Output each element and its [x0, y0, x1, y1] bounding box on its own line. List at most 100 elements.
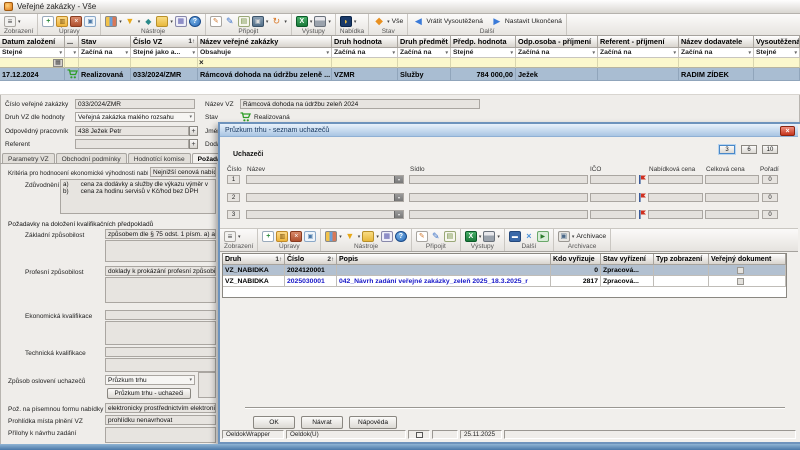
filter-druh-hodnota[interactable]: Začíná na: [332, 48, 398, 58]
chevron-down-icon[interactable]: [497, 234, 500, 240]
filter-input-nazev[interactable]: [198, 58, 332, 68]
technicka-field[interactable]: [105, 347, 216, 357]
count-10-button[interactable]: 10: [762, 145, 778, 154]
chevron-down-icon[interactable]: [354, 19, 357, 25]
navrat-button[interactable]: Návrat: [301, 416, 343, 429]
calendar-grid-icon[interactable]: [175, 16, 187, 27]
filter-dodavatel[interactable]: Začíná na: [679, 48, 754, 58]
ekonomicka-textarea[interactable]: [105, 321, 216, 345]
col-header-cislo-vz[interactable]: Číslo VZ1: [131, 36, 198, 48]
filter-input-druh-predmet[interactable]: [398, 58, 451, 68]
count-6-button[interactable]: 6: [741, 145, 757, 154]
col-header-kdo[interactable]: Kdo vyřizuje: [551, 254, 601, 265]
filter-referent[interactable]: Začíná na: [598, 48, 679, 58]
lookup-button[interactable]: [189, 139, 198, 149]
col-header-stav-vyrizeni[interactable]: Stav vyřízení: [601, 254, 654, 265]
chevron-down-icon[interactable]: [479, 234, 482, 240]
prilohy-textarea[interactable]: [105, 427, 216, 443]
zpusob-select[interactable]: Průzkum trhu: [105, 375, 195, 385]
duplicate-record-icon[interactable]: [304, 231, 316, 242]
cell-typ[interactable]: [654, 276, 709, 287]
set-finished-button[interactable]: Nastavit Ukončená: [505, 18, 562, 25]
filter-odp-osoba[interactable]: Začíná na: [516, 48, 598, 58]
archivace-button[interactable]: Archivace: [576, 233, 606, 240]
filter-icon[interactable]: [124, 16, 136, 27]
run-icon[interactable]: [537, 231, 549, 242]
cell-kdo[interactable]: 2817: [551, 276, 601, 287]
help-icon[interactable]: [395, 231, 407, 242]
dialog-titlebar[interactable]: Průzkum trhu - seznam uchazečů: [220, 124, 798, 137]
chevron-down-icon[interactable]: [238, 234, 241, 240]
calendar-grid-icon[interactable]: [381, 231, 393, 242]
cell-stav[interactable]: Realizovaná: [79, 68, 131, 81]
chart-icon[interactable]: [142, 16, 154, 27]
cell-predp-hodnota[interactable]: 784 000,00: [451, 68, 516, 81]
table-row[interactable]: VZ_NABIDKA 2024120001 0 Zpracová...: [223, 265, 786, 276]
filter-stav[interactable]: Začíná na: [79, 48, 131, 58]
chevron-down-icon[interactable]: [138, 19, 141, 25]
chevron-down-icon[interactable]: [266, 19, 269, 25]
pencil-icon[interactable]: [224, 16, 236, 27]
bidder-nabidkova-field[interactable]: [648, 175, 703, 184]
odp-pracovnik-field[interactable]: 438 Ježek Petr: [75, 126, 189, 136]
ekonomicka-field[interactable]: [105, 310, 216, 320]
close-icon[interactable]: [780, 126, 795, 136]
cell-druh[interactable]: VZ_NABIDKA: [223, 265, 285, 276]
cell-druh[interactable]: VZ_NABIDKA: [223, 276, 285, 287]
chevron-down-icon[interactable]: [358, 234, 361, 240]
bidder-celkova-field[interactable]: [705, 210, 759, 219]
help-icon[interactable]: [189, 16, 201, 27]
col-header-cislo[interactable]: Číslo2: [285, 254, 337, 265]
cut-icon[interactable]: [523, 231, 535, 242]
bidder-poradi-field[interactable]: 0: [762, 210, 778, 219]
cell-typ[interactable]: [654, 265, 709, 276]
cell-popis[interactable]: 042_Návrh zadání veřejné zakázky_zeleň 2…: [337, 276, 551, 287]
state-filter-value[interactable]: Vše: [392, 18, 404, 25]
filter-dots[interactable]: [65, 48, 79, 58]
filter-nazev[interactable]: Obsahuje: [198, 48, 332, 58]
document-list-icon[interactable]: [238, 16, 250, 27]
cell-cislo[interactable]: 2024120001: [285, 265, 337, 276]
col-header-nazev[interactable]: Název veřejné zakázky: [198, 36, 332, 48]
filter-input-referent[interactable]: [598, 58, 679, 68]
clear-filter-icon[interactable]: [199, 59, 204, 67]
chevron-down-icon[interactable]: [394, 194, 403, 201]
state-gem-icon[interactable]: [373, 16, 385, 27]
excel-export-icon[interactable]: [465, 231, 477, 242]
chevron-down-icon[interactable]: [119, 19, 122, 25]
bidder-ico-field[interactable]: [590, 175, 636, 184]
technicka-textarea[interactable]: [105, 358, 216, 372]
cell-stav-vyrizeni[interactable]: Zpracová...: [601, 276, 654, 287]
cell-verejny[interactable]: [709, 265, 786, 276]
attachment-icon[interactable]: [252, 16, 264, 27]
table-row[interactable]: VZ_NABIDKA 2025030001 042_Návrh zadání v…: [223, 276, 786, 287]
copy-record-icon[interactable]: [276, 231, 288, 242]
delete-record-icon[interactable]: [70, 16, 82, 27]
bidder-name-select[interactable]: [246, 193, 404, 202]
bidder-celkova-field[interactable]: [705, 175, 759, 184]
col-header-predp-hodnota[interactable]: Předp. hodnota: [451, 36, 516, 48]
arrow-right-icon[interactable]: [491, 16, 503, 27]
bidder-nabidkova-field[interactable]: [648, 193, 703, 202]
print-icon[interactable]: [314, 16, 326, 27]
druh-vz-select[interactable]: Veřejná zakázka malého rozsahu: [75, 112, 195, 122]
col-header-druh[interactable]: Druh1: [223, 254, 285, 265]
col-header-druh-hodnota[interactable]: Druh hodnota: [332, 36, 398, 48]
bidder-nabidkova-field[interactable]: [648, 210, 703, 219]
edit-document-icon[interactable]: [210, 16, 222, 27]
cell-kdo[interactable]: 0: [551, 265, 601, 276]
filter-input-odp-osoba[interactable]: [516, 58, 598, 68]
filter-icon[interactable]: [344, 231, 356, 242]
copy-record-icon[interactable]: [56, 16, 68, 27]
count-3-button[interactable]: 3: [719, 145, 735, 154]
cell-druh-predmet[interactable]: Služby: [398, 68, 451, 81]
chevron-down-icon[interactable]: [387, 19, 390, 25]
col-header-vysoutezena[interactable]: Vysoutěžená: [754, 36, 800, 48]
cell-stav-vyrizeni[interactable]: Zpracová...: [601, 265, 654, 276]
table-settings-icon[interactable]: [325, 231, 337, 242]
referent-field[interactable]: [75, 139, 189, 149]
col-header-druh-predmet[interactable]: Druh předmět: [398, 36, 451, 48]
filter-input-dodavatel[interactable]: [679, 58, 754, 68]
print-icon[interactable]: [483, 231, 495, 242]
pruzkum-trhu-button[interactable]: Průzkum trhu - uchazeči: [107, 388, 191, 399]
